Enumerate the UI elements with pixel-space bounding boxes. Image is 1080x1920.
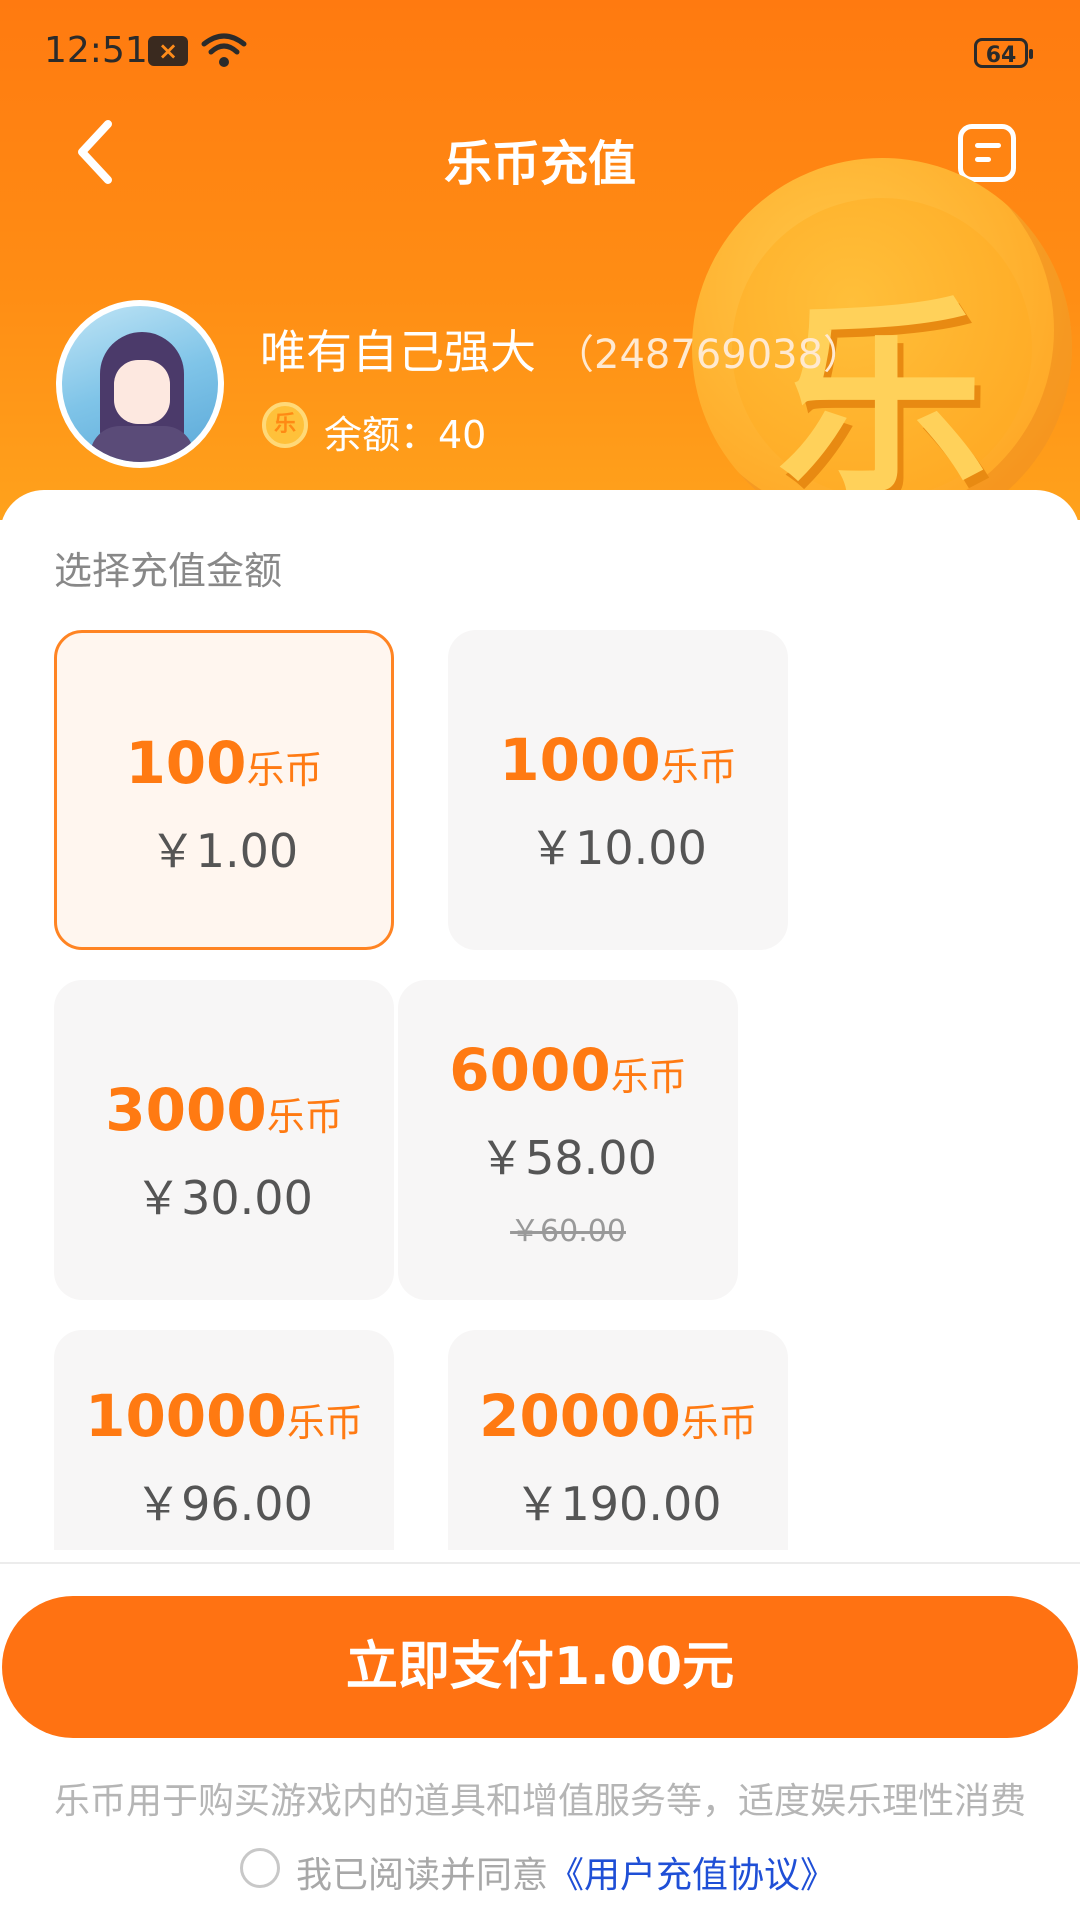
option-amount: 3000 bbox=[105, 1076, 267, 1144]
option-price: ￥10.00 bbox=[529, 821, 707, 875]
option-unit: 乐币 bbox=[680, 1401, 757, 1445]
option-unit: 乐币 bbox=[266, 1095, 343, 1139]
agreement-text: 我已阅读并同意《用户充值协议》 bbox=[296, 1846, 836, 1898]
notification-icon: × bbox=[148, 36, 188, 66]
avatar bbox=[56, 300, 224, 468]
recharge-option-10000[interactable]: 10000乐币 ￥96.00 bbox=[54, 1330, 394, 1550]
option-unit: 乐币 bbox=[246, 748, 323, 792]
battery-icon: 64 bbox=[974, 38, 1033, 68]
wifi-icon bbox=[201, 33, 247, 67]
status-time: 12:51 bbox=[44, 30, 148, 71]
option-price: ￥58.00 bbox=[479, 1131, 657, 1185]
option-amount: 6000 bbox=[449, 1036, 611, 1104]
pay-now-button[interactable]: 立即支付1.00元 bbox=[2, 1596, 1078, 1738]
balance-text: 余额：40 bbox=[324, 413, 487, 457]
user-name: 唯有自己强大 （248769038） bbox=[260, 316, 863, 382]
agreement-radio[interactable] bbox=[240, 1848, 280, 1888]
usage-notice: 乐币用于购买游戏内的道具和增值服务等，适度娱乐理性消费 bbox=[53, 1781, 1026, 1822]
recharge-option-6000[interactable]: 6000乐币 ￥58.00 ￥60.00 bbox=[398, 980, 738, 1300]
option-amount: 1000 bbox=[499, 726, 661, 794]
recharge-option-20000[interactable]: 20000乐币 ￥190.00 bbox=[448, 1330, 788, 1550]
option-original-price: ￥60.00 bbox=[510, 1214, 626, 1249]
coin-icon: 乐 bbox=[262, 402, 308, 448]
footer-divider bbox=[0, 1562, 1080, 1564]
option-price: ￥96.00 bbox=[135, 1477, 313, 1531]
status-bar: 12:51 × 64 bbox=[0, 0, 1080, 104]
agreement-link[interactable]: 《用户充值协议》 bbox=[548, 1855, 836, 1896]
option-unit: 乐币 bbox=[660, 745, 737, 789]
option-amount: 100 bbox=[125, 729, 247, 797]
recharge-option-1000[interactable]: 1000乐币 ￥10.00 bbox=[448, 630, 788, 950]
option-price: ￥1.00 bbox=[149, 824, 299, 878]
section-title: 选择充值金额 bbox=[54, 549, 283, 593]
recharge-option-3000[interactable]: 3000乐币 ￥30.00 bbox=[54, 980, 394, 1300]
option-amount: 10000 bbox=[85, 1382, 287, 1450]
user-id: （248769038） bbox=[554, 332, 864, 378]
record-list-icon[interactable] bbox=[958, 124, 1016, 182]
option-price: ￥190.00 bbox=[514, 1477, 722, 1531]
option-price: ￥30.00 bbox=[135, 1171, 313, 1225]
recharge-option-100[interactable]: 100乐币 ￥1.00 bbox=[54, 630, 394, 950]
agreement-prefix: 我已阅读并同意 bbox=[296, 1855, 549, 1896]
option-unit: 乐币 bbox=[610, 1055, 687, 1099]
option-unit: 乐币 bbox=[286, 1401, 363, 1445]
user-nickname: 唯有自己强大 bbox=[260, 325, 536, 379]
option-amount: 20000 bbox=[479, 1382, 681, 1450]
header: 12:51 × 64 乐币充值 乐 唯有自己强大 （248769038） 乐 余额… bbox=[0, 0, 1080, 520]
